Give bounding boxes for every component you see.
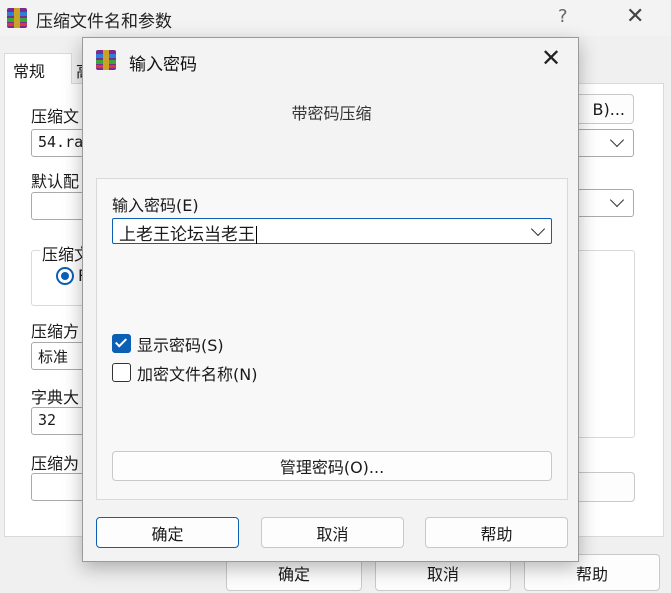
split-volumes-label: 压缩为 <box>31 454 80 473</box>
text-caret <box>256 226 257 244</box>
archive-name-label: 压缩文 <box>31 107 80 126</box>
browse-button[interactable]: B)... <box>572 94 634 124</box>
winrar-icon <box>96 50 116 70</box>
ok-button[interactable]: 确定 <box>96 517 239 548</box>
password-value: 上老王论坛当老王 <box>119 225 255 245</box>
dictionary-label: 字典大 <box>31 388 80 407</box>
encrypt-filenames-label[interactable]: 加密文件名称(N) <box>137 361 257 385</box>
show-password-label[interactable]: 显示密码(S) <box>137 332 224 356</box>
password-input[interactable]: 上老王论坛当老王 <box>112 218 552 245</box>
manage-passwords-button[interactable]: 管理密码(O)... <box>112 451 552 481</box>
default-profile-label: 默认配 <box>31 172 80 191</box>
update-mode-select[interactable] <box>572 129 634 157</box>
password-dialog: 输入密码 ✕ 带密码压缩 输入密码(E) 上老王论坛当老王 显示密码(S) 加密… <box>82 37 579 562</box>
help-button[interactable]: 帮助 <box>425 517 568 548</box>
method-label: 压缩方 <box>31 322 80 341</box>
dialog-subtitle: 带密码压缩 <box>291 104 372 123</box>
archive-options-select[interactable] <box>572 189 634 217</box>
close-icon[interactable]: ✕ <box>626 4 644 29</box>
winrar-icon <box>7 8 27 28</box>
bg-window-title: 压缩文件名和参数 <box>36 12 172 32</box>
set-password-button[interactable] <box>572 472 635 502</box>
close-icon[interactable]: ✕ <box>541 44 561 72</box>
help-icon[interactable]: ? <box>558 6 568 27</box>
options-group <box>572 250 635 438</box>
dialog-title: 输入密码 <box>129 55 197 75</box>
password-label: 输入密码(E) <box>112 196 199 215</box>
tab-general[interactable]: 常规 <box>4 53 72 84</box>
radio-dot-icon <box>61 272 69 280</box>
cancel-button[interactable]: 取消 <box>261 517 404 548</box>
encrypt-filenames-checkbox[interactable] <box>112 363 131 382</box>
